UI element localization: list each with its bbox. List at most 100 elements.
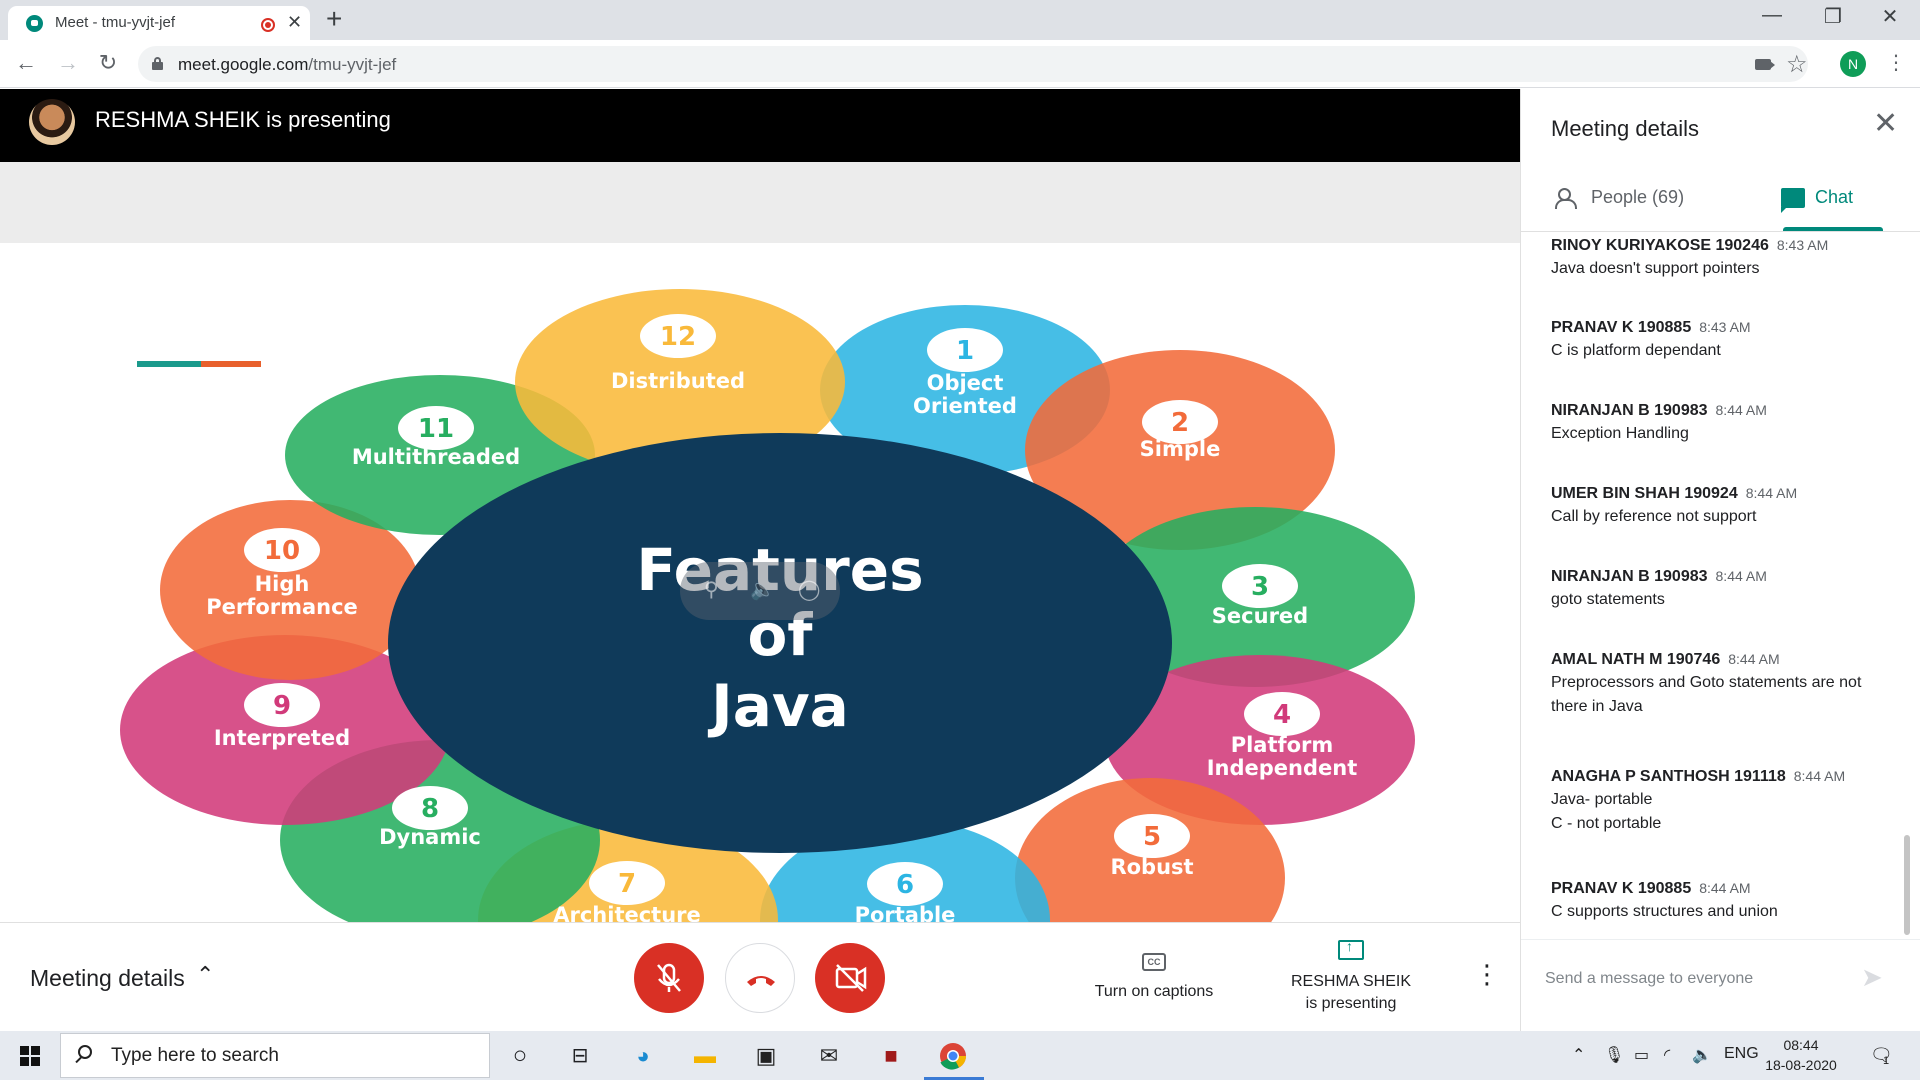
chevron-up-icon[interactable]: ⌃ [196, 962, 214, 988]
back-arrow-icon[interactable]: ← [12, 50, 40, 76]
new-tab-button[interactable]: + [326, 5, 342, 33]
browser-tab-meet[interactable]: Meet - tmu-yvjt-jef ✕ [8, 6, 310, 40]
meeting-details-button[interactable]: Meeting details [30, 965, 185, 992]
people-icon [1555, 188, 1583, 210]
presenter-avatar [29, 99, 75, 145]
notification-center-icon[interactable]: 🗨 [1870, 1045, 1893, 1066]
feature-label: Independent [1207, 756, 1358, 780]
feature-label: Distributed [611, 369, 745, 393]
tab-chat[interactable]: Chat [1781, 187, 1854, 214]
windows-taskbar: Type here to search ○ ⊟ ◕ ▬ ▣ ✉ ■ ⌃ 🎙 ▭ … [0, 1031, 1920, 1080]
present-screen-icon[interactable] [1338, 938, 1364, 960]
chat-author-name: NIRANJAN B 190983 [1551, 402, 1708, 419]
captions-button-label[interactable]: Turn on captions [1080, 983, 1228, 1001]
tab-close-icon[interactable]: ✕ [287, 12, 302, 33]
chat-message-text: Exception Handling [1551, 425, 1689, 442]
chat-input-divider [1521, 939, 1920, 940]
reload-icon[interactable]: ↻ [94, 50, 122, 76]
lock-icon[interactable] [152, 57, 163, 70]
volume-icon[interactable]: 🔈 [1692, 1045, 1712, 1065]
chat-scrollbar[interactable] [1904, 835, 1910, 935]
feature-number: 7 [618, 869, 636, 899]
close-window-button[interactable]: ✕ [1870, 4, 1910, 29]
chat-message-list[interactable]: RINOY KURIYAKOSE 190246 8:43 AM Java doesn… [1551, 237, 1901, 937]
wifi-icon[interactable]: ◜ [1664, 1045, 1670, 1065]
chrome-taskbar-icon[interactable] [936, 1039, 970, 1073]
tab-people[interactable]: People (69) [1555, 187, 1684, 210]
chat-message-text: C - not portable [1551, 815, 1662, 832]
cortana-icon[interactable]: ○ [503, 1039, 537, 1073]
microsoft-store-icon[interactable]: ▣ [749, 1039, 783, 1073]
app-pinned-icon[interactable]: ■ [874, 1039, 908, 1073]
chat-message-time: 8:44 AM [1715, 402, 1767, 418]
captions-icon[interactable]: CC [1142, 953, 1166, 971]
presentation-hover-controls[interactable]: ⚲ 🔈 ◯ [680, 562, 840, 620]
clock-date: 18-08-2020 [1765, 1057, 1837, 1073]
browser-menu-icon[interactable]: ⋮ [1886, 50, 1906, 75]
speaker-icon[interactable]: 🔈 [750, 577, 775, 602]
url-text[interactable]: meet.google.com/tmu-yvjt-jef [178, 55, 396, 75]
more-options-icon[interactable]: ⋮ [1474, 961, 1500, 987]
chat-message-author: NIRANJAN B 190983 8:44 AM [1551, 568, 1891, 586]
file-explorer-icon[interactable]: ▬ [688, 1039, 722, 1073]
chat-message-author: UMER BIN SHAH 190924 8:44 AM [1551, 485, 1891, 503]
feature-number: 6 [896, 870, 914, 900]
edge-browser-icon[interactable]: ◕ [626, 1039, 660, 1073]
chat-message-author: AMAL NATH M 190746 8:44 AM [1551, 651, 1891, 669]
chat-message-input[interactable] [1545, 967, 1855, 991]
microphone-tray-icon[interactable]: 🎙 [1604, 1045, 1624, 1065]
forward-arrow-icon[interactable]: → [54, 50, 82, 76]
pin-icon[interactable]: ⚲ [704, 577, 719, 602]
chat-message-text: goto statements [1551, 591, 1665, 608]
chat-author-name: PRANAV K 190885 [1551, 319, 1692, 336]
show-hidden-icons-icon[interactable]: ⌃ [1572, 1045, 1585, 1065]
profile-avatar[interactable]: N [1840, 51, 1866, 77]
mail-icon[interactable]: ✉ [812, 1039, 846, 1073]
taskbar-search-box[interactable]: Type here to search [60, 1033, 490, 1078]
battery-icon[interactable]: ▭ [1634, 1045, 1649, 1065]
feature-label: High [255, 572, 310, 596]
minimize-window-button[interactable]: — [1752, 4, 1792, 27]
video-off-icon [835, 964, 867, 992]
meeting-controls-bar: Meeting details ⌃ CC Turn on captions RE… [0, 922, 1520, 1031]
bookmark-star-icon[interactable]: ☆ [1786, 50, 1808, 79]
taskbar-clock[interactable]: 08:44 18-08-2020 [1756, 1035, 1846, 1075]
panel-title: Meeting details [1551, 116, 1699, 141]
feature-label: Simple [1140, 437, 1221, 461]
tab-divider [1521, 231, 1920, 232]
chat-message-time: 8:44 AM [1715, 568, 1767, 584]
chat-message: PRANAV K 190885 8:43 AM C is platform depe… [1551, 319, 1891, 361]
feature-number: 3 [1251, 572, 1269, 602]
chat-message: AMAL NATH M 190746 8:44 AM Preprocessors a… [1551, 651, 1891, 717]
feature-label: Platform [1231, 733, 1334, 757]
tab-chat-label: Chat [1815, 187, 1854, 207]
chat-message-time: 8:44 AM [1728, 651, 1780, 667]
presenter-banner: RESHMA SHEIK is presenting [0, 89, 1520, 162]
chat-message-text: there in Java [1551, 698, 1643, 715]
chat-message-text: Preprocessors and Goto statements are no… [1551, 674, 1862, 691]
presenting-suffix: is presenting [1305, 995, 1397, 1012]
chat-author-name: PRANAV K 190885 [1551, 880, 1692, 897]
presenting-status-button[interactable]: RESHMA SHEIK is presenting [1270, 971, 1432, 1015]
address-bar[interactable]: meet.google.com/tmu-yvjt-jef ☆ [138, 46, 1808, 82]
feature-number: 4 [1273, 700, 1291, 730]
browser-tab-strip: Meet - tmu-yvjt-jef ✕ + — ❐ ✕ [0, 0, 1920, 40]
restore-window-button[interactable]: ❐ [1813, 4, 1853, 29]
task-view-icon[interactable]: ⊟ [563, 1039, 597, 1073]
camera-permission-icon[interactable] [1755, 59, 1771, 70]
close-panel-icon[interactable]: ✕ [1873, 109, 1898, 139]
fullscreen-icon[interactable]: ◯ [798, 577, 820, 602]
chat-message-author: RINOY KURIYAKOSE 190246 8:43 AM [1551, 237, 1891, 255]
microphone-toggle-button[interactable] [634, 943, 704, 1013]
camera-toggle-button[interactable] [815, 943, 885, 1013]
feature-number: 10 [264, 536, 300, 566]
feature-number: 5 [1143, 822, 1161, 852]
chat-author-name: AMAL NATH M 190746 [1551, 651, 1721, 668]
input-language[interactable]: ENG [1724, 1045, 1759, 1063]
feature-number: 2 [1171, 408, 1189, 438]
windows-start-icon[interactable] [20, 1046, 40, 1066]
chat-author-name: RINOY KURIYAKOSE 190246 [1551, 237, 1769, 254]
feature-label: Multithreaded [352, 445, 520, 469]
send-icon[interactable]: ➤ [1861, 962, 1883, 993]
leave-call-button[interactable] [725, 943, 795, 1013]
